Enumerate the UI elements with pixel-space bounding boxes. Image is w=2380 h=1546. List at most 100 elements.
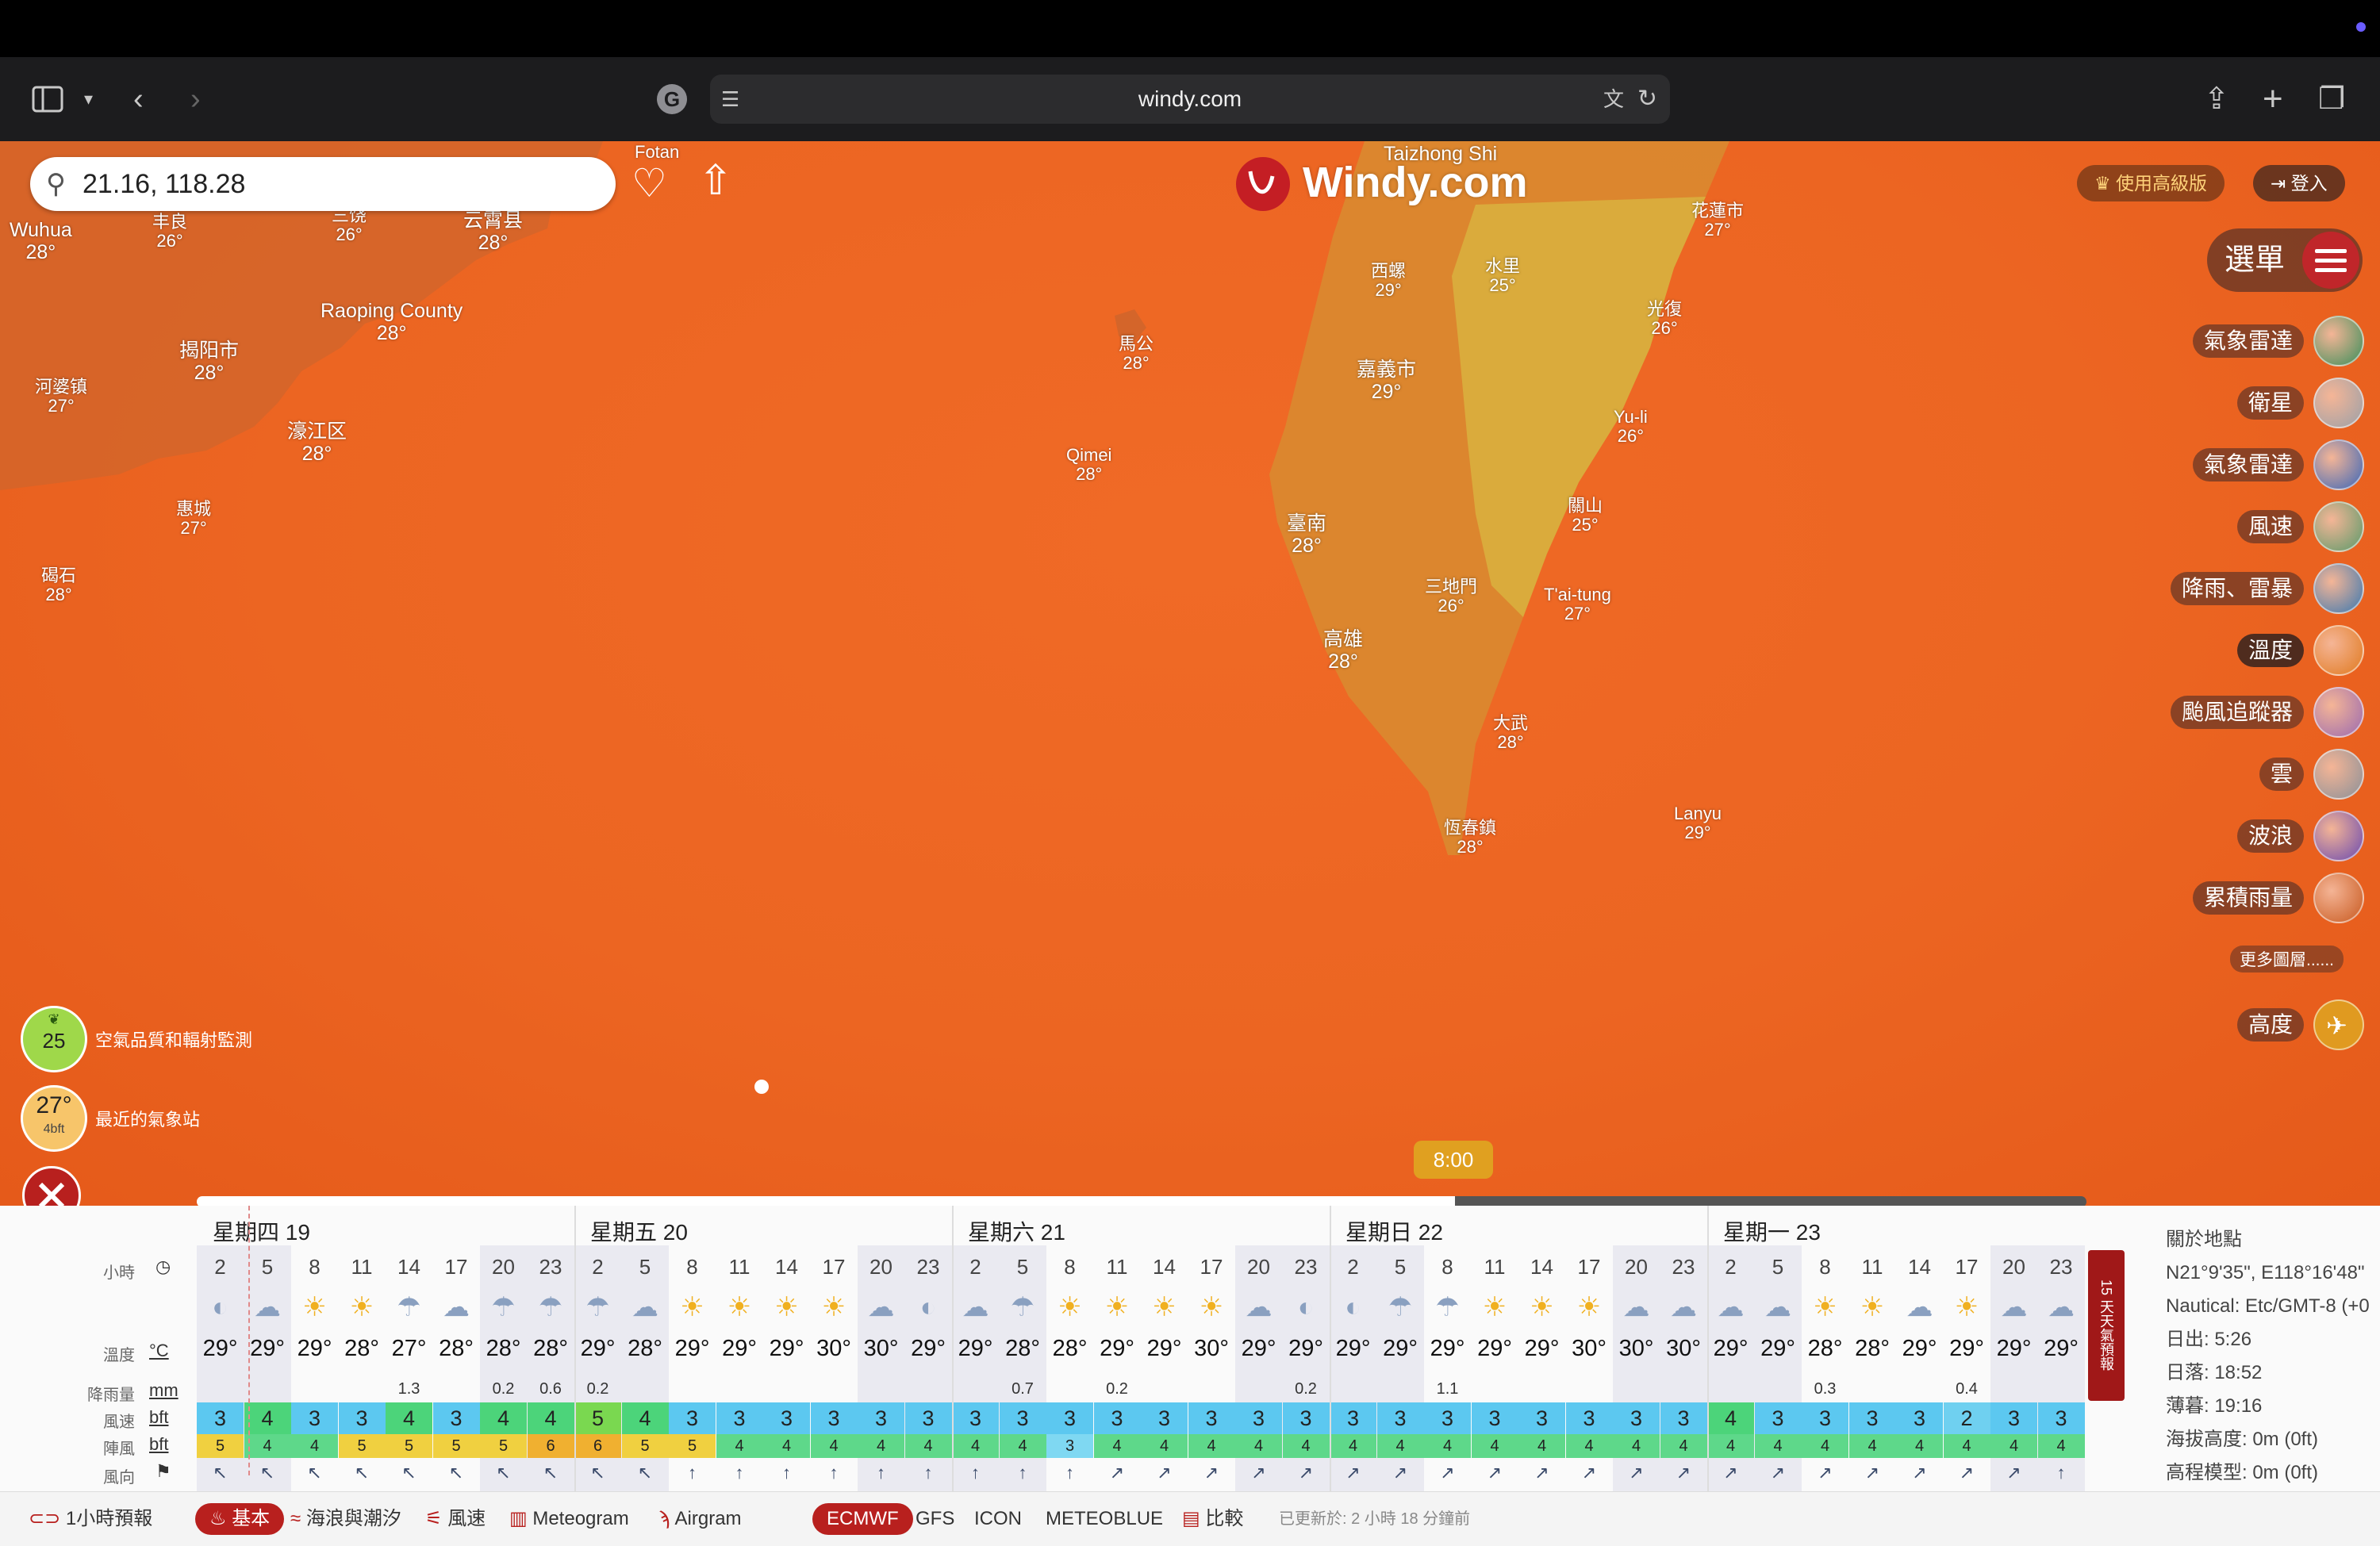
weather-icon: ☀ bbox=[349, 1292, 374, 1322]
back-icon[interactable]: ‹ bbox=[133, 57, 144, 141]
temp-unit-toggle[interactable]: °C bbox=[149, 1341, 169, 1361]
weather-map[interactable]: Fotan Wuhua 28° 丰良 26° 三饶 26° 云霄县 28° Raopin… bbox=[0, 141, 2380, 1206]
15-day-forecast-tab[interactable]: 15 天天氣預報 bbox=[2088, 1250, 2125, 1401]
wind-direction-icon: ↗ bbox=[1864, 1463, 1880, 1483]
layer-item[interactable]: 雲 bbox=[2126, 749, 2364, 800]
reload-icon[interactable]: ↻ bbox=[1637, 75, 1657, 124]
favorite-heart-icon[interactable]: ♡ bbox=[631, 160, 667, 206]
layer-item[interactable]: 颱風追蹤器 bbox=[2126, 687, 2364, 738]
rain-unit-toggle[interactable]: mm bbox=[149, 1380, 178, 1401]
gust-cell: 5 bbox=[432, 1434, 480, 1458]
model-ecmwf[interactable]: ECMWF bbox=[812, 1503, 913, 1535]
wind-cell: 3 bbox=[1565, 1402, 1613, 1434]
weather-station-button[interactable]: 27° 4bft bbox=[21, 1085, 87, 1152]
model-meteoblue[interactable]: METEOBLUE bbox=[1046, 1503, 1163, 1535]
bar-chart-icon: ▥ bbox=[509, 1508, 533, 1529]
model-icon[interactable]: ICON bbox=[974, 1503, 1022, 1535]
temp-cell: 29° bbox=[2044, 1336, 2079, 1361]
crown-icon: ♛ bbox=[2094, 173, 2117, 194]
layer-label: 氣象雷達 bbox=[2192, 324, 2304, 358]
wind-direction-icon: ↗ bbox=[1676, 1463, 1691, 1483]
tab-basic[interactable]: ♨ 基本 bbox=[195, 1503, 285, 1535]
tab-meteogram[interactable]: ▥ Meteogram bbox=[509, 1503, 629, 1535]
layer-item[interactable]: 氣象雷達 bbox=[2126, 439, 2364, 490]
grammarly-extension-icon[interactable]: G bbox=[657, 84, 687, 114]
forward-icon[interactable]: › bbox=[190, 57, 201, 141]
gust-cell: 4 bbox=[1565, 1434, 1613, 1458]
hour-cell: 20 bbox=[1247, 1255, 1270, 1279]
share-upload-icon[interactable]: ⇧ bbox=[698, 157, 733, 205]
compare-button[interactable]: ▤ 比較 bbox=[1182, 1503, 1243, 1535]
share-icon[interactable]: ⇪ bbox=[2204, 57, 2229, 141]
tabs-overview-icon[interactable]: ❐ bbox=[2318, 57, 2345, 141]
temp-cell: 29° bbox=[911, 1336, 946, 1361]
windy-logo-icon[interactable] bbox=[1234, 155, 1292, 217]
altitude-button[interactable]: 高度 ✈ bbox=[2158, 999, 2364, 1050]
hour-cell: 2 bbox=[1725, 1255, 1737, 1279]
tab-wind[interactable]: ⚟ 風速 bbox=[425, 1503, 486, 1535]
temp-cell: 28° bbox=[1807, 1336, 1843, 1361]
air-quality-button[interactable]: ❦ 25 bbox=[21, 1006, 87, 1072]
weather-icon: ◐ bbox=[1345, 1292, 1361, 1322]
layer-item[interactable]: 風速 bbox=[2126, 501, 2364, 552]
air-quality-label[interactable]: 空氣品質和輻射監測 bbox=[95, 1026, 252, 1052]
layer-item[interactable]: 累積雨量 bbox=[2126, 873, 2364, 923]
tab-waves[interactable]: ≈ 海浪與潮汐 bbox=[290, 1503, 401, 1535]
layer-item[interactable]: 波浪 bbox=[2126, 811, 2364, 861]
gust-cell: 4 bbox=[1613, 1434, 1660, 1458]
search-input[interactable]: 21.16, 118.28 bbox=[83, 157, 245, 211]
wind-direction-icon: ↖ bbox=[543, 1463, 559, 1483]
wave-icon: ≈ bbox=[290, 1508, 306, 1529]
weather-icon: ☀ bbox=[1104, 1292, 1130, 1322]
station-label[interactable]: 最近的氣象站 bbox=[95, 1106, 200, 1131]
address-bar[interactable]: ☰ windy.com 文 ↻ bbox=[710, 75, 1670, 124]
gust-cell: 4 bbox=[952, 1434, 999, 1458]
wind-direction-icon: ↗ bbox=[1345, 1463, 1361, 1483]
wind-direction-icon: ↖ bbox=[637, 1463, 653, 1483]
layer-item[interactable]: 溫度 bbox=[2126, 625, 2364, 676]
model-gfs[interactable]: GFS bbox=[916, 1503, 954, 1535]
temp-cell: 27° bbox=[391, 1336, 427, 1361]
location-search[interactable]: ⚲ 21.16, 118.28 bbox=[30, 157, 616, 211]
forecast-grid[interactable]: 2 ◐ 29° 3 5 ↖ 5 ☁ 29° 4 4 ↖ 8 ☀ 29° 3 4 ↖ 11 ☀ 28° 3 5 ↖ 14 ☂ 27° 1… bbox=[197, 1206, 2085, 1499]
url-text: windy.com bbox=[1138, 86, 1242, 111]
hourly-forecast-toggle[interactable]: ⊂⊃ 1小時預報 bbox=[29, 1503, 152, 1535]
gust-cell: 4 bbox=[1660, 1434, 1707, 1458]
layer-label: 衛星 bbox=[2236, 386, 2304, 420]
place-label: 恆春鎮 28° bbox=[1444, 818, 1497, 857]
15-day-tab-label: 15 天天氣預報 bbox=[2098, 1279, 2114, 1371]
wind-cell: 3 bbox=[1613, 1402, 1660, 1434]
more-layers-link[interactable]: 更多圖層...... bbox=[2229, 946, 2344, 972]
hour-cell: 14 bbox=[397, 1255, 420, 1279]
hour-cell: 8 bbox=[1064, 1255, 1076, 1279]
hour-cell: 14 bbox=[775, 1255, 798, 1279]
translate-icon[interactable]: 文 bbox=[1603, 75, 1624, 124]
temp-cell: 28° bbox=[1052, 1336, 1088, 1361]
wind-direction-icon: ↗ bbox=[1723, 1463, 1738, 1483]
browser-toolbar: ▾ ‹ › G ☰ windy.com 文 ↻ ⇪ + ❐ bbox=[0, 57, 2380, 141]
wind-cell: 4 bbox=[480, 1402, 527, 1434]
layer-thumbnail-icon bbox=[2313, 563, 2364, 614]
wind-cell: 4 bbox=[527, 1402, 574, 1434]
wind-unit-toggle[interactable]: bft bbox=[149, 1407, 168, 1428]
waves-label: 海浪與潮汐 bbox=[305, 1508, 401, 1529]
timeline-time-handle[interactable]: 8:00 bbox=[1414, 1141, 1493, 1179]
layer-item[interactable]: 氣象雷達 bbox=[2126, 316, 2364, 366]
layer-thumbnail-icon bbox=[2313, 378, 2364, 428]
weather-icon: ☀ bbox=[1860, 1292, 1885, 1322]
layer-item[interactable]: 降雨、雷暴 bbox=[2126, 563, 2364, 614]
layer-item[interactable]: 衛星 bbox=[2126, 378, 2364, 428]
wind-cell: 4 bbox=[621, 1402, 669, 1434]
windy-logo[interactable]: Windy.com bbox=[1303, 157, 1528, 208]
svg-text:✈: ✈ bbox=[2326, 1011, 2347, 1040]
wind-direction-icon: ↗ bbox=[1298, 1463, 1314, 1483]
weather-icon: ☂ bbox=[1010, 1292, 1035, 1322]
info-sunrise: 日出: 5:26 bbox=[2166, 1329, 2252, 1350]
gust-unit-toggle[interactable]: bft bbox=[149, 1434, 168, 1455]
tab-airgram[interactable]: ϡ Airgram bbox=[658, 1503, 742, 1535]
temp-cell: 29° bbox=[1996, 1336, 2032, 1361]
new-tab-icon[interactable]: + bbox=[2263, 57, 2283, 141]
gust-cell: 4 bbox=[904, 1434, 952, 1458]
chevron-down-icon[interactable]: ▾ bbox=[84, 57, 93, 141]
wind-direction-icon: ↖ bbox=[590, 1463, 605, 1483]
